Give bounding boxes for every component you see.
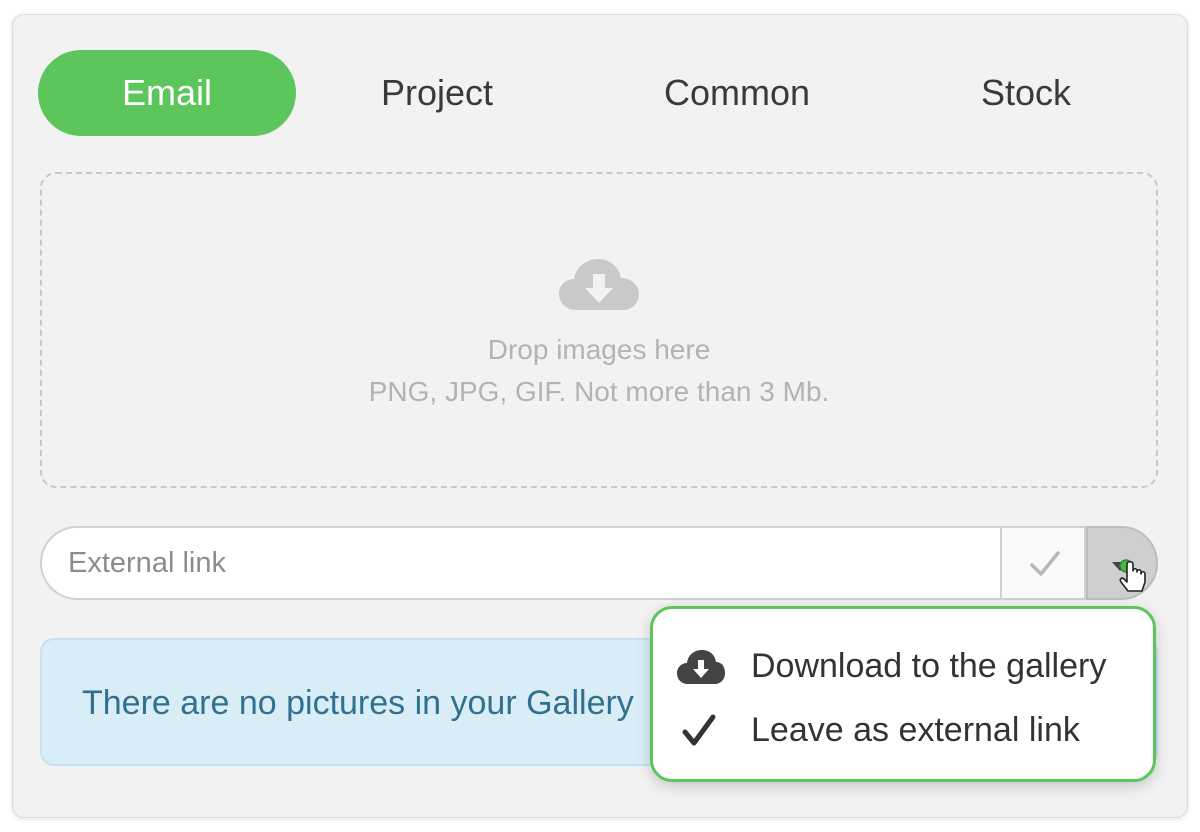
menu-item-label: Leave as external link xyxy=(751,711,1080,749)
drop-zone-title: Drop images here xyxy=(487,334,711,365)
link-options-menu: Download to the gallery Leave as externa… xyxy=(650,606,1156,782)
tab-project[interactable]: Project xyxy=(330,50,544,136)
link-options-dropdown-button[interactable] xyxy=(1086,526,1158,600)
menu-item-leave-as-external-link[interactable]: Leave as external link xyxy=(653,701,1153,761)
drop-zone-hint: PNG, JPG, GIF. Not more than 3 Mb. xyxy=(368,376,830,407)
confirm-link-button[interactable] xyxy=(1000,526,1086,600)
cloud-download-icon xyxy=(677,650,725,684)
menu-item-label: Download to the gallery xyxy=(751,647,1107,685)
external-link-input[interactable] xyxy=(40,526,1000,600)
tab-common[interactable]: Common xyxy=(630,50,844,136)
menu-item-download-to-gallery[interactable]: Download to the gallery xyxy=(653,637,1153,697)
tab-stock[interactable]: Stock xyxy=(930,50,1122,136)
cloud-download-icon xyxy=(559,259,639,310)
image-drop-zone[interactable]: Drop images here PNG, JPG, GIF. Not more… xyxy=(40,172,1158,488)
check-icon xyxy=(682,714,716,746)
hand-cursor-icon xyxy=(1119,559,1146,592)
external-link-row xyxy=(40,526,1158,600)
check-icon xyxy=(1030,551,1060,576)
empty-gallery-message: There are no pictures in your Gallery xyxy=(82,684,634,722)
tab-email[interactable]: Email xyxy=(38,50,296,136)
